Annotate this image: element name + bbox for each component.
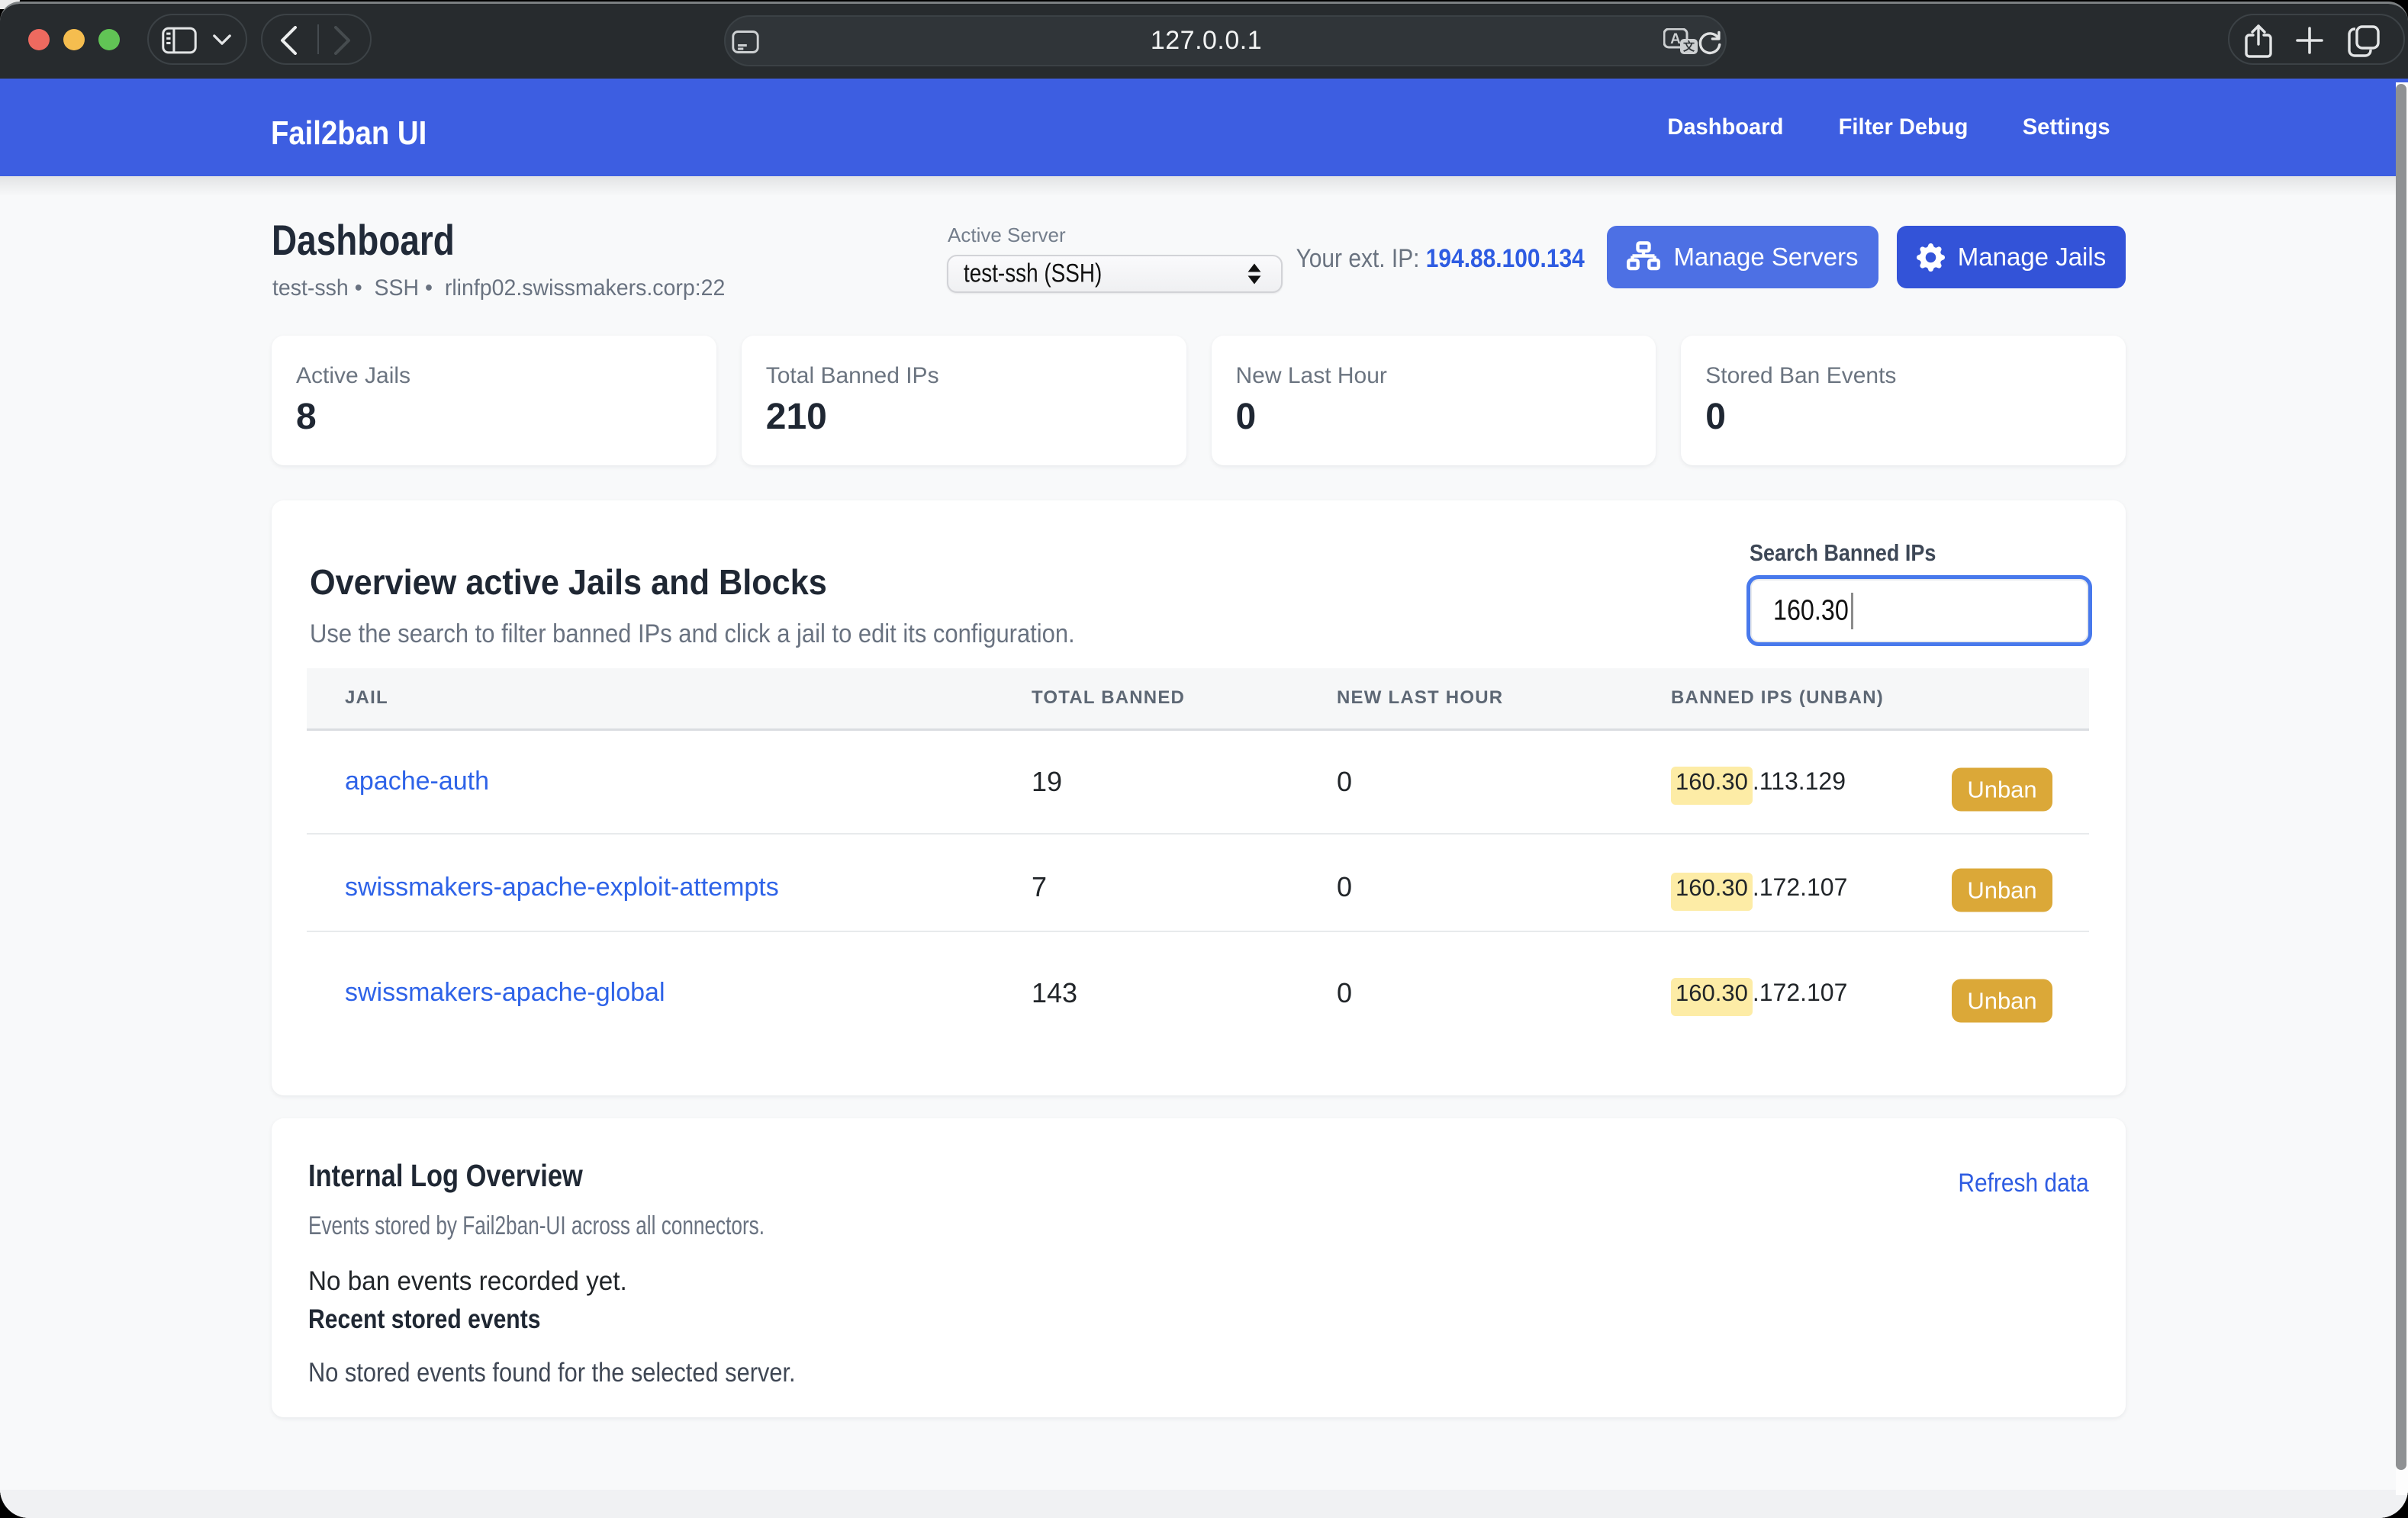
svg-text:文: 文: [1683, 40, 1695, 53]
svg-text:A: A: [1670, 31, 1681, 47]
